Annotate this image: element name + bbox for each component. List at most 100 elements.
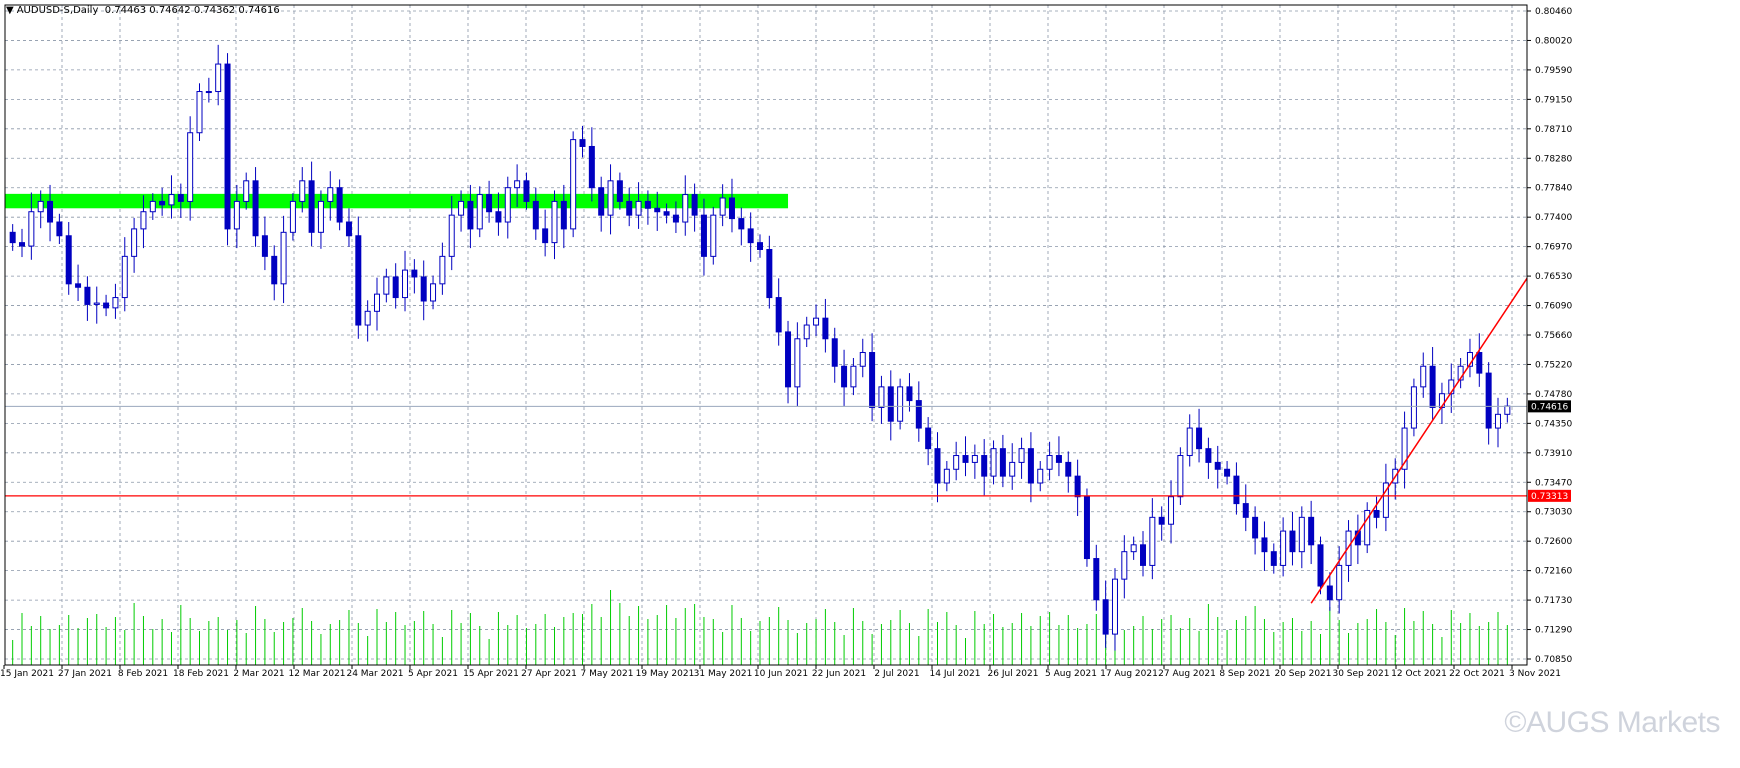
candle-bullish bbox=[1494, 413, 1501, 429]
candle-bearish bbox=[1196, 427, 1203, 450]
candle-bullish bbox=[215, 63, 222, 93]
candle-bearish bbox=[1485, 372, 1492, 429]
candle-bearish bbox=[19, 242, 26, 247]
date-tick-label: 27 Jan 2021 bbox=[58, 669, 112, 679]
price-tick-label: 0.76090 bbox=[1535, 302, 1572, 312]
candle-bullish bbox=[383, 276, 390, 295]
candle-bullish bbox=[635, 200, 642, 216]
date-tick-label: 20 Sep 2021 bbox=[1274, 669, 1331, 679]
candle-bullish bbox=[289, 200, 296, 233]
candle-bearish bbox=[84, 286, 91, 305]
price-tick-label: 0.71290 bbox=[1535, 626, 1572, 636]
candle-bullish bbox=[1280, 530, 1287, 566]
candle-bearish bbox=[1289, 530, 1296, 553]
candle-bullish bbox=[943, 468, 950, 484]
price-tick-label: 0.79150 bbox=[1535, 95, 1572, 105]
candle-bearish bbox=[663, 211, 670, 216]
trendline bbox=[1310, 277, 1528, 604]
candle-bearish bbox=[1233, 475, 1240, 505]
candle-bearish bbox=[700, 214, 707, 257]
candle-bullish bbox=[1121, 551, 1128, 580]
candle-bearish bbox=[579, 139, 586, 147]
candle-bullish bbox=[243, 180, 250, 202]
candle-bullish bbox=[850, 365, 857, 388]
date-tick-label: 22 Jun 2021 bbox=[812, 669, 866, 679]
candle-bearish bbox=[906, 386, 913, 402]
candle-bearish bbox=[766, 248, 773, 299]
candle-bullish bbox=[897, 386, 904, 422]
candle-bearish bbox=[831, 338, 838, 367]
date-tick-label: 3 Nov 2021 bbox=[1509, 669, 1561, 679]
candle-bearish bbox=[542, 228, 549, 244]
support-price-label: 0.73313 bbox=[1531, 492, 1568, 502]
candle-bearish bbox=[75, 283, 82, 288]
candle-bullish bbox=[719, 197, 726, 216]
candle-bearish bbox=[560, 200, 567, 230]
candle-bearish bbox=[224, 63, 231, 230]
candle-bullish bbox=[813, 317, 820, 326]
price-tick-label: 0.73910 bbox=[1535, 449, 1572, 459]
candle-bullish bbox=[1111, 578, 1118, 635]
candle-bullish bbox=[476, 194, 483, 230]
date-tick-label: 24 Mar 2021 bbox=[346, 669, 403, 679]
current-price-label: 0.74616 bbox=[1531, 402, 1568, 412]
candle-bearish bbox=[757, 242, 763, 250]
chart-area[interactable]: 0.73313 0.74616 0.80460 0.80020 0.79590 0.79… bbox=[0, 0, 1740, 764]
candle-bearish bbox=[962, 455, 969, 463]
candle-bullish bbox=[458, 200, 465, 216]
candle-bearish bbox=[934, 448, 941, 484]
candle-bullish bbox=[37, 200, 44, 213]
candle-bullish bbox=[607, 180, 614, 216]
candle-bearish bbox=[1083, 496, 1090, 560]
candle-bearish bbox=[1093, 558, 1100, 601]
candle-bearish bbox=[1205, 448, 1212, 463]
candle-bullish bbox=[187, 132, 194, 202]
price-tick-label: 0.71730 bbox=[1535, 596, 1572, 606]
candle-bearish bbox=[775, 297, 782, 333]
candle-bearish bbox=[728, 197, 735, 220]
dropdown-triangle-icon[interactable]: ▼ bbox=[6, 5, 14, 16]
candle-bullish bbox=[1298, 516, 1305, 553]
price-tick-label: 0.76970 bbox=[1535, 243, 1572, 253]
candle-bearish bbox=[672, 214, 679, 223]
price-tick-label: 0.80460 bbox=[1535, 7, 1572, 17]
candle-bullish bbox=[1018, 448, 1025, 463]
date-tick-label: 2 Mar 2021 bbox=[233, 669, 284, 679]
candle-bearish bbox=[1308, 516, 1315, 546]
candle-bullish bbox=[878, 386, 885, 408]
date-tick-label: 17 Aug 2021 bbox=[1100, 669, 1158, 679]
candle-bullish bbox=[112, 297, 119, 309]
candle-bullish bbox=[1037, 468, 1044, 484]
candle-bearish bbox=[1261, 537, 1268, 553]
grid bbox=[5, 5, 1527, 665]
date-tick-label: 7 May 2021 bbox=[581, 669, 634, 679]
price-tick-label: 0.73030 bbox=[1535, 508, 1572, 518]
candle-bullish bbox=[971, 455, 978, 463]
candle-bearish bbox=[252, 180, 259, 237]
candle-bearish bbox=[532, 200, 539, 230]
candle-bullish bbox=[710, 214, 717, 257]
date-tick-label: 27 Aug 2021 bbox=[1158, 669, 1216, 679]
candle-bullish bbox=[794, 338, 801, 388]
candle-bullish bbox=[1420, 365, 1427, 388]
candle-bullish bbox=[1186, 427, 1193, 457]
candle-bearish bbox=[1027, 448, 1034, 484]
chart-title: ▼ AUDUSD-S,Daily 0.74463 0.74642 0.74362 … bbox=[6, 5, 280, 16]
date-tick-label: 22 Oct 2021 bbox=[1449, 669, 1505, 679]
candle-bullish bbox=[504, 187, 511, 223]
candle-bullish bbox=[140, 211, 147, 230]
price-tick-label: 0.80020 bbox=[1535, 36, 1572, 46]
candle-bearish bbox=[598, 187, 605, 216]
candle-bullish bbox=[1046, 455, 1053, 470]
date-tick-label: 26 Jul 2021 bbox=[988, 669, 1039, 679]
price-tick-label: 0.73470 bbox=[1535, 478, 1572, 488]
candle-bearish bbox=[1102, 599, 1109, 635]
resistance-zone bbox=[5, 193, 789, 209]
candle-bullish bbox=[121, 255, 128, 299]
candle-bearish bbox=[738, 218, 745, 230]
date-tick-label: 15 Apr 2021 bbox=[463, 669, 519, 679]
candle-bearish bbox=[981, 455, 988, 477]
candle-bullish bbox=[196, 91, 203, 134]
candle-bearish bbox=[411, 269, 418, 278]
price-tick-label: 0.74780 bbox=[1535, 390, 1572, 400]
